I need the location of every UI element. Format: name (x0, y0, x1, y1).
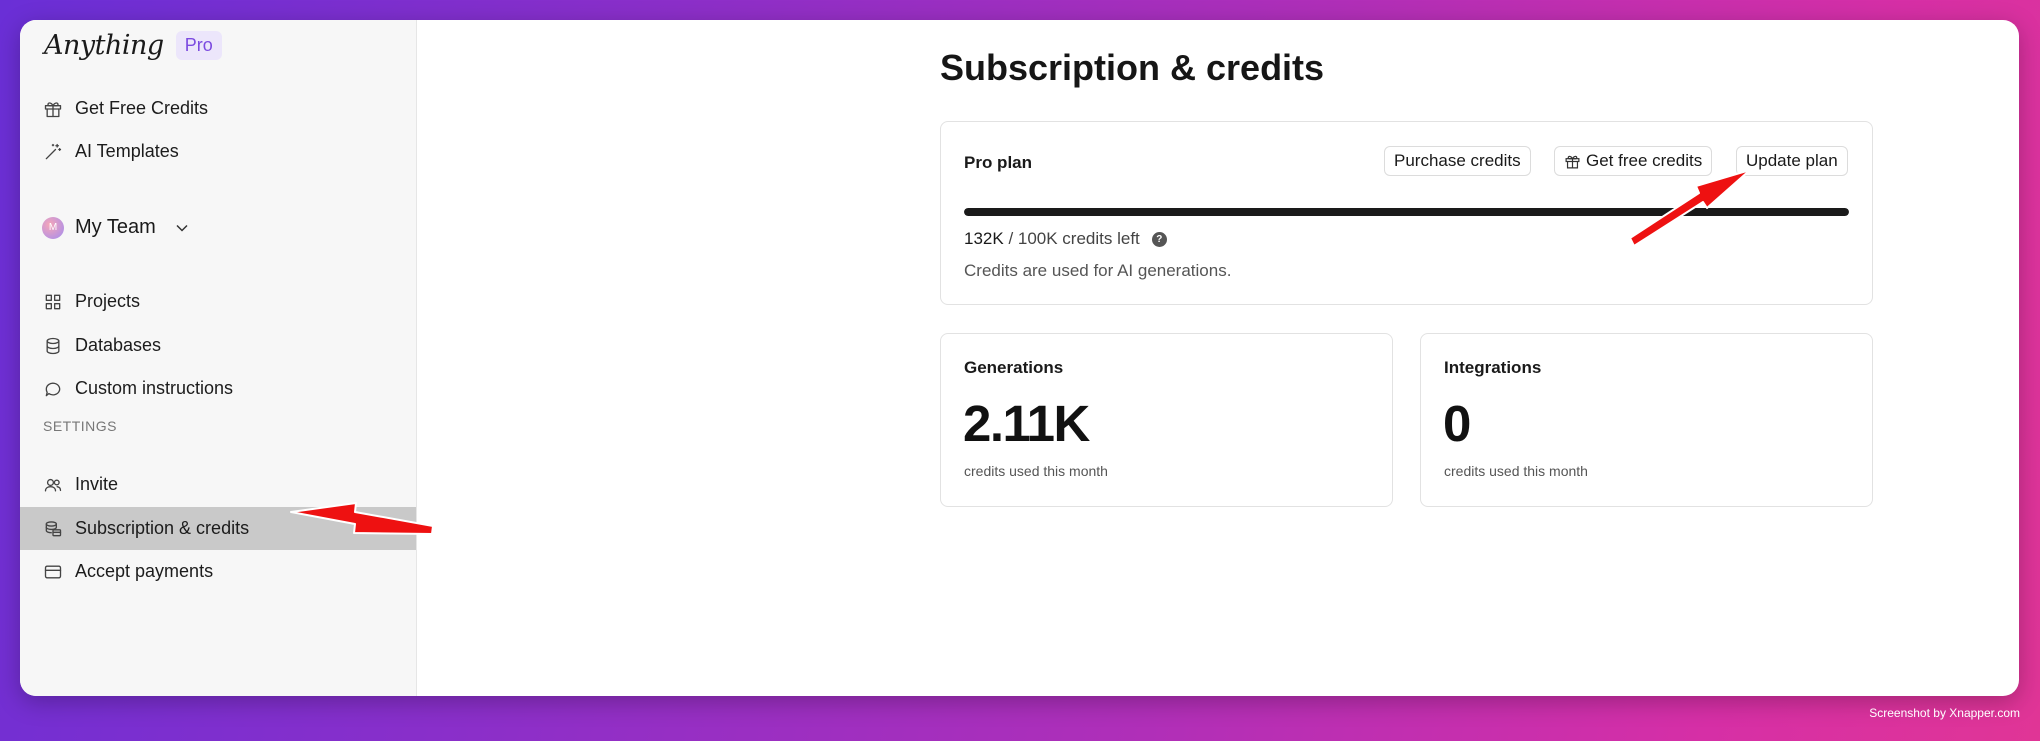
stat-value: 2.11K (963, 395, 1090, 452)
credits-note: Credits are used for AI generations. (964, 261, 1232, 280)
stat-subtitle: credits used this month (964, 463, 1108, 479)
sidebar-item-label: Invite (75, 474, 119, 494)
magic-wand-icon (42, 141, 64, 163)
sidebar-item-subscription-credits[interactable]: Subscription & credits (20, 507, 416, 550)
sidebar-item-invite[interactable]: Invite (20, 463, 416, 506)
sidebar-item-custom-instructions[interactable]: Custom instructions (20, 367, 416, 410)
sidebar: Anything Pro Get Free Credits AI Templat… (20, 20, 417, 696)
main-content: Subscription & credits Pro plan Purchase… (417, 20, 2019, 696)
sidebar-item-label: Subscription & credits (75, 518, 250, 538)
brand[interactable]: Anything Pro (44, 30, 222, 61)
sidebar-item-label: Projects (75, 291, 141, 311)
integrations-card: Integrations 0 credits used this month (1420, 333, 1873, 507)
stat-subtitle: credits used this month (1444, 463, 1588, 479)
sidebar-item-label: Accept payments (75, 561, 214, 581)
credits-total: / 100K credits left (1008, 229, 1140, 248)
sidebar-item-databases[interactable]: Databases (20, 324, 416, 367)
sidebar-item-label: Custom instructions (75, 378, 234, 398)
update-plan-button[interactable]: Update plan (1736, 146, 1848, 176)
sidebar-item-label: Databases (75, 335, 162, 355)
get-free-credits-label: Get free credits (1586, 151, 1703, 170)
chevron-down-icon (176, 224, 188, 232)
team-switcher[interactable]: M My Team (42, 216, 192, 239)
settings-section-label: SETTINGS (43, 418, 118, 434)
credits-left-value: 132K (964, 229, 1004, 248)
sidebar-item-label: AI Templates (75, 141, 179, 161)
plan-name: Pro plan (964, 153, 1033, 172)
sidebar-item-projects[interactable]: Projects (20, 280, 416, 323)
page-title: Subscription & credits (940, 47, 1325, 88)
sidebar-item-get-free-credits[interactable]: Get Free Credits (20, 87, 416, 130)
app-window: Anything Pro Get Free Credits AI Templat… (20, 20, 2019, 696)
generations-card: Generations 2.11K credits used this mont… (940, 333, 1393, 507)
plan-card: Pro plan Purchase credits Get free credi… (940, 121, 1873, 305)
database-icon (42, 335, 64, 357)
sidebar-item-ai-templates[interactable]: AI Templates (20, 130, 416, 173)
coins-icon (42, 518, 64, 540)
gift-icon (42, 98, 64, 120)
credits-remaining: 132K / 100K credits left ? (964, 229, 1167, 249)
sidebar-item-label: Get Free Credits (75, 98, 209, 118)
get-free-credits-button[interactable]: Get free credits (1554, 146, 1713, 176)
stat-value: 0 (1443, 395, 1471, 452)
grid-icon (42, 291, 64, 313)
chat-bubble-icon (42, 378, 64, 400)
purchase-credits-button[interactable]: Purchase credits (1384, 146, 1531, 176)
stat-title: Integrations (1444, 358, 1542, 377)
team-name: My Team (75, 216, 156, 238)
credits-progress-fill (964, 208, 1849, 216)
logo: Anything (44, 30, 164, 61)
credits-progress-bar (964, 208, 1849, 216)
users-icon (42, 474, 64, 496)
gift-icon (1565, 155, 1580, 168)
stat-title: Generations (964, 358, 1064, 377)
avatar: M (42, 216, 64, 239)
pro-badge: Pro (175, 31, 222, 60)
watermark: Screenshot by Xnapper.com (1869, 706, 2020, 720)
sidebar-item-accept-payments[interactable]: Accept payments (20, 550, 416, 593)
credit-card-icon (42, 561, 64, 583)
help-icon[interactable]: ? (1151, 231, 1167, 247)
